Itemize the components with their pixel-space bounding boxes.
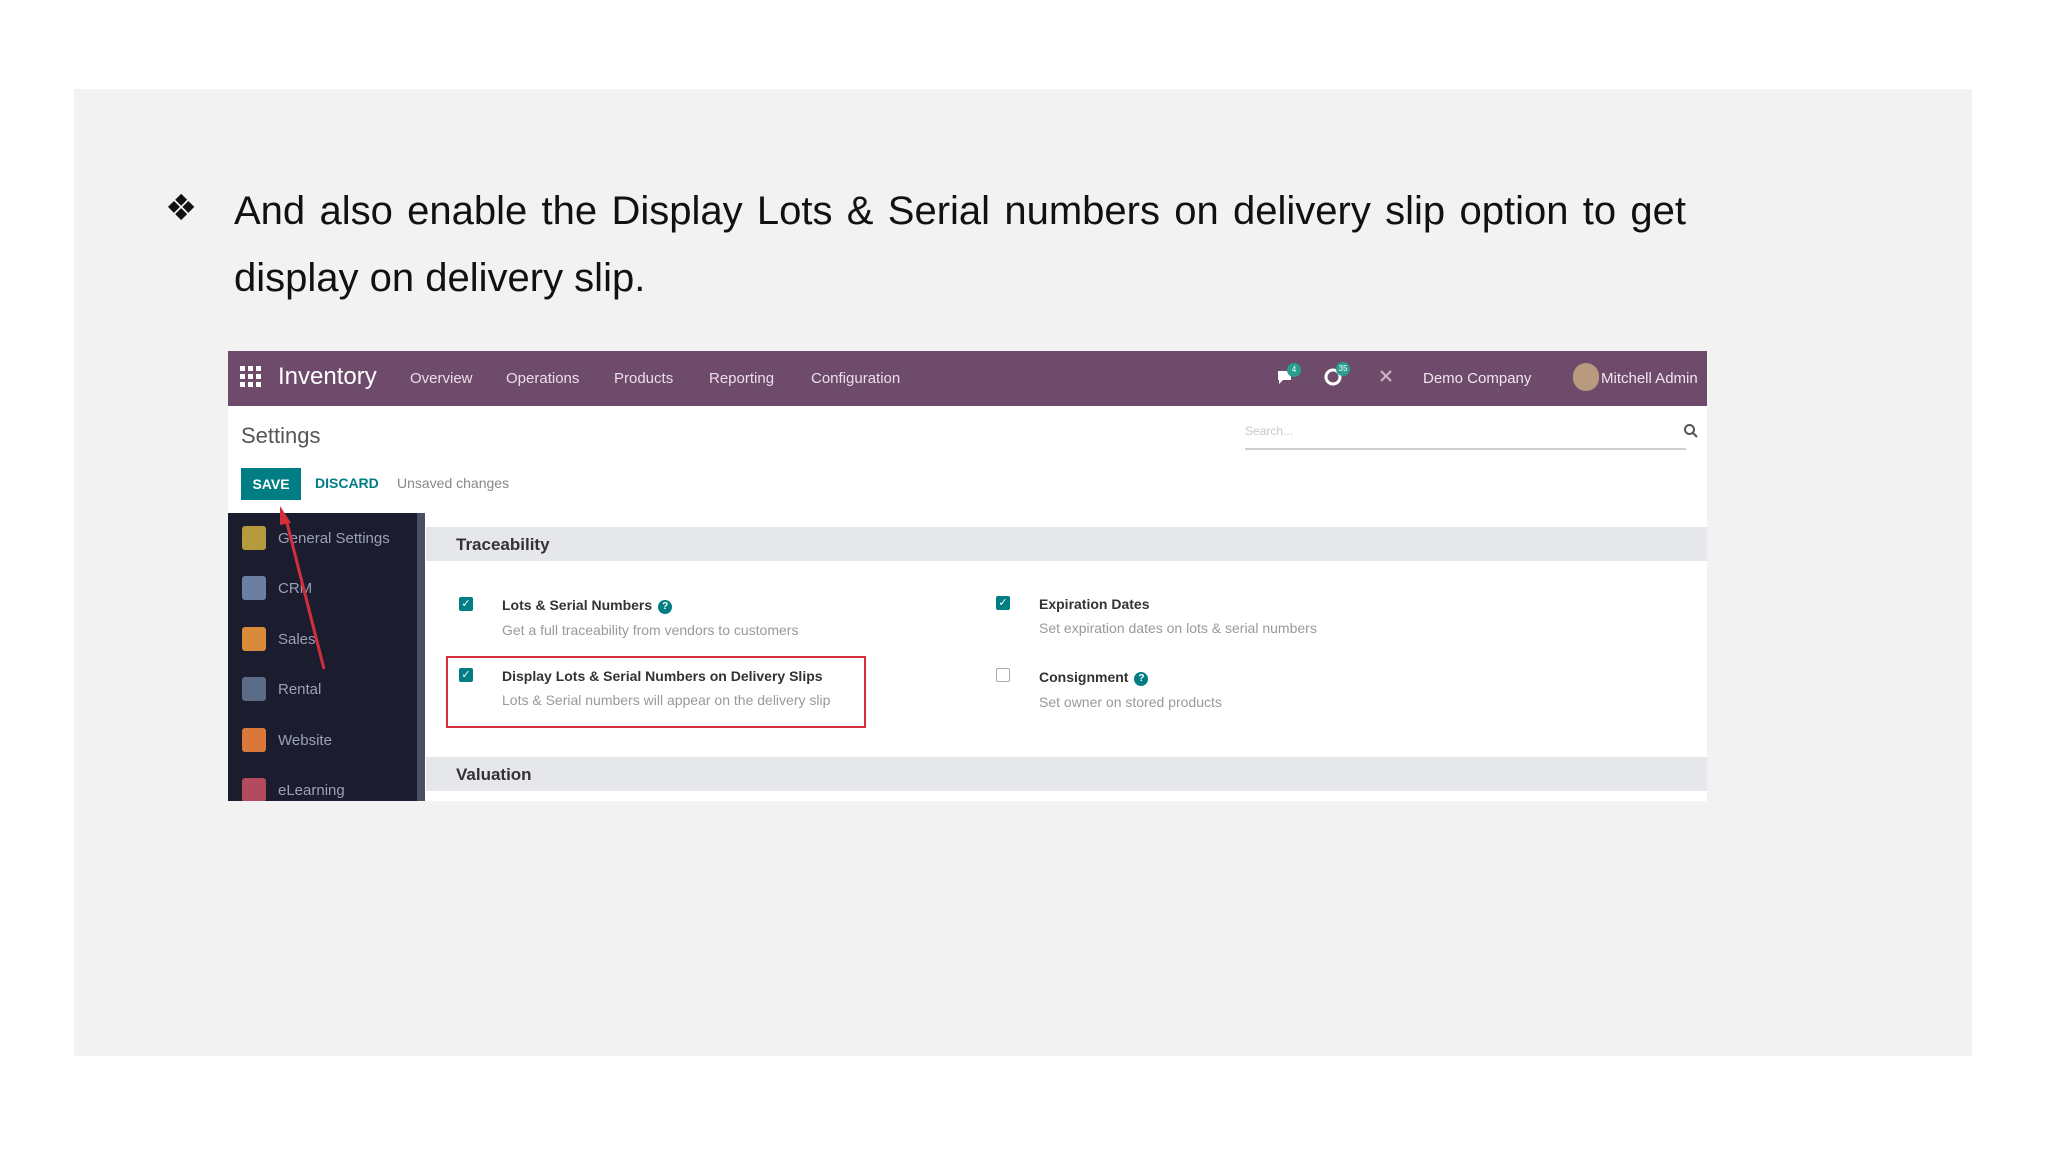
odoo-screenshot: Inventory Overview Operations Products R… — [228, 351, 1707, 801]
bullet-diamond-icon: ❖ — [165, 188, 198, 229]
instruction-text: And also enable the Display Lots & Seria… — [234, 189, 1686, 300]
annotation-arrow-icon — [280, 506, 326, 670]
